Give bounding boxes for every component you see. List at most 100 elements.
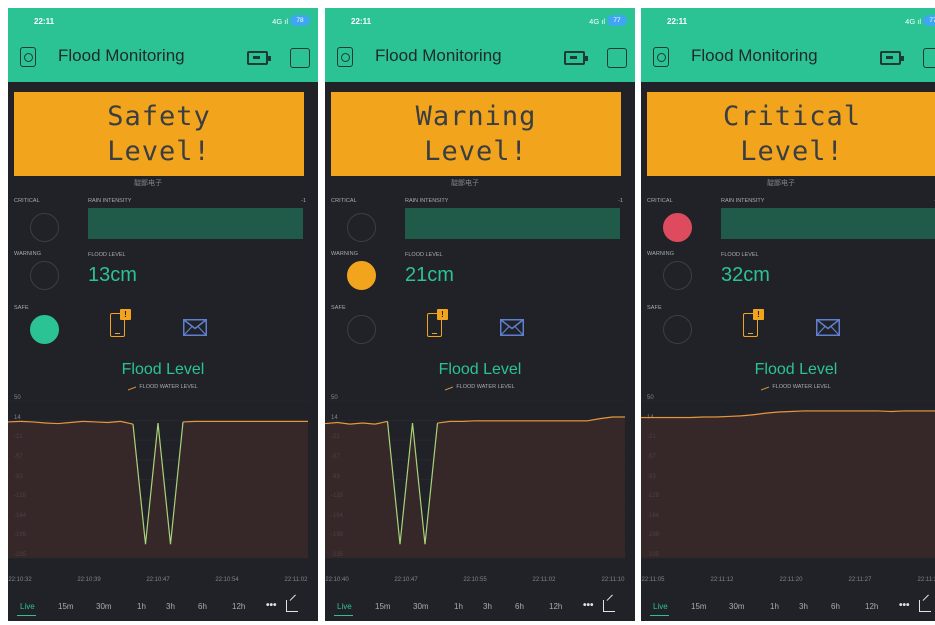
time-range-15m[interactable]: 15m	[375, 602, 391, 611]
rain-intensity-bar	[405, 208, 620, 239]
lcd-line-2: Level!	[740, 136, 844, 167]
add-widget-icon[interactable]	[923, 48, 935, 68]
phone-notification-icon[interactable]: !	[743, 309, 764, 337]
x-tick-label: 22:11:02	[533, 577, 557, 583]
chart-legend: FLOOD WATER LEVEL	[8, 383, 318, 391]
critical-led	[347, 213, 376, 242]
export-icon[interactable]	[286, 600, 298, 612]
time-range-30m[interactable]: 30m	[96, 602, 112, 611]
x-tick-label: 22:11:05	[642, 577, 666, 583]
add-widget-icon[interactable]	[607, 48, 627, 68]
series-line-segment	[95, 421, 109, 424]
flood-level-chart[interactable]: 5014-21-57-93-128-164-199-23522:10:3222:…	[8, 393, 318, 593]
critical-led-label: CRITICAL	[14, 198, 40, 204]
x-tick-label: 22:10:40	[325, 577, 349, 583]
device-icon[interactable]	[880, 51, 904, 65]
rain-intensity-label: RAIN INTENSITY	[721, 198, 765, 204]
time-range-3h[interactable]: 3h	[483, 602, 492, 611]
series-line-segment	[728, 415, 742, 418]
device-icon[interactable]	[564, 51, 588, 65]
time-range-1h[interactable]: 1h	[137, 602, 146, 611]
mail-icon[interactable]	[816, 319, 840, 336]
app-header: Flood Monitoring	[641, 34, 935, 82]
flood-level-label: FLOOD LEVEL	[405, 252, 443, 258]
series-line-segment	[690, 416, 704, 419]
safe-led-label: SAFE	[331, 305, 346, 311]
lcd-caption: 靛鄙电子	[451, 180, 479, 187]
time-range-1h[interactable]: 1h	[454, 602, 463, 611]
lcd-display: Safety Level!	[14, 92, 304, 176]
chart-legend: FLOOD WATER LEVEL	[325, 383, 635, 391]
series-line-segment	[182, 420, 196, 423]
flood-level-value: 21cm	[405, 264, 454, 286]
time-range-6h[interactable]: 6h	[198, 602, 207, 611]
chart-title: Flood Level	[438, 361, 522, 378]
critical-led	[30, 213, 59, 242]
x-tick-label: 22:10:54	[215, 577, 239, 583]
time-range-30m[interactable]: 30m	[729, 602, 745, 611]
critical-led	[663, 213, 692, 242]
more-icon[interactable]: •••	[583, 600, 594, 611]
time-range-12h[interactable]: 12h	[549, 602, 562, 611]
time-range-12h[interactable]: 12h	[865, 602, 878, 611]
status-bar: 22:11 4G ıl 77	[641, 8, 935, 34]
time-range-15m[interactable]: 15m	[58, 602, 74, 611]
rain-intensity-label: RAIN INTENSITY	[405, 198, 449, 204]
legend-line-icon	[128, 383, 137, 391]
series-line-segment	[790, 410, 804, 413]
warning-led-label: WARNING	[331, 251, 359, 257]
x-tick-label: 22:11:27	[849, 577, 873, 583]
time-range-6h[interactable]: 6h	[831, 602, 840, 611]
x-tick-label: 22:10:47	[394, 577, 418, 583]
warning-led-label: WARNING	[14, 251, 42, 257]
phone-notification-icon[interactable]: !	[110, 309, 131, 337]
qr-board-icon[interactable]	[337, 47, 353, 67]
time-range-bar: Live 15m 30m 1h 3h 6h 12h •••	[325, 598, 635, 621]
safe-led	[347, 315, 376, 344]
mail-icon[interactable]	[183, 319, 207, 336]
lcd-line-1: Warning	[415, 101, 537, 132]
time-range-live[interactable]: Live	[650, 602, 669, 616]
y-tick-label: 50	[331, 395, 338, 401]
add-widget-icon[interactable]	[290, 48, 310, 68]
time-range-3h[interactable]: 3h	[799, 602, 808, 611]
qr-board-icon[interactable]	[20, 47, 36, 67]
time-range-bar: Live 15m 30m 1h 3h 6h 12h •••	[641, 598, 935, 621]
series-line-segment	[8, 420, 21, 423]
time-range-3h[interactable]: 3h	[166, 602, 175, 611]
lcd-line-1: Critical	[722, 101, 862, 132]
time-range-bar: Live 15m 30m 1h 3h 6h 12h •••	[8, 598, 318, 621]
legend-label: FLOOD WATER LEVEL	[139, 384, 198, 390]
device-icon[interactable]	[247, 51, 271, 65]
rain-intensity-label: RAIN INTENSITY	[88, 198, 132, 204]
phone-notification-icon[interactable]: !	[427, 309, 448, 337]
legend-label: FLOOD WATER LEVEL	[772, 384, 831, 390]
mail-icon[interactable]	[500, 319, 524, 336]
more-icon[interactable]: •••	[266, 600, 277, 611]
series-line-segment	[20, 420, 34, 423]
battery-icon: 78	[290, 15, 310, 26]
x-tick-label: 22:10:47	[146, 577, 170, 583]
series-area	[325, 416, 625, 558]
status-time: 22:11	[351, 17, 372, 26]
lcd-line-2: Level!	[424, 136, 528, 167]
time-range-6h[interactable]: 6h	[515, 602, 524, 611]
time-range-1h[interactable]: 1h	[770, 602, 779, 611]
warning-led-label: WARNING	[647, 251, 675, 257]
time-range-live[interactable]: Live	[334, 602, 353, 616]
series-line-segment	[890, 410, 904, 413]
flood-level-chart[interactable]: 5014-21-57-93-128-164-199-23522:11:0522:…	[641, 393, 935, 593]
export-icon[interactable]	[919, 600, 931, 612]
time-range-12h[interactable]: 12h	[232, 602, 245, 611]
time-range-15m[interactable]: 15m	[691, 602, 707, 611]
flood-level-chart[interactable]: 5014-21-57-93-128-164-199-23522:10:4022:…	[325, 393, 635, 593]
more-icon[interactable]: •••	[899, 600, 910, 611]
lcd-line-2: Level!	[107, 136, 211, 167]
export-icon[interactable]	[603, 600, 615, 612]
time-range-live[interactable]: Live	[17, 602, 36, 616]
status-time: 22:11	[667, 17, 688, 26]
time-range-30m[interactable]: 30m	[413, 602, 429, 611]
qr-board-icon[interactable]	[653, 47, 669, 67]
x-tick-label: 22:11:10	[602, 577, 626, 583]
x-tick-label: 22:11:02	[285, 577, 309, 583]
